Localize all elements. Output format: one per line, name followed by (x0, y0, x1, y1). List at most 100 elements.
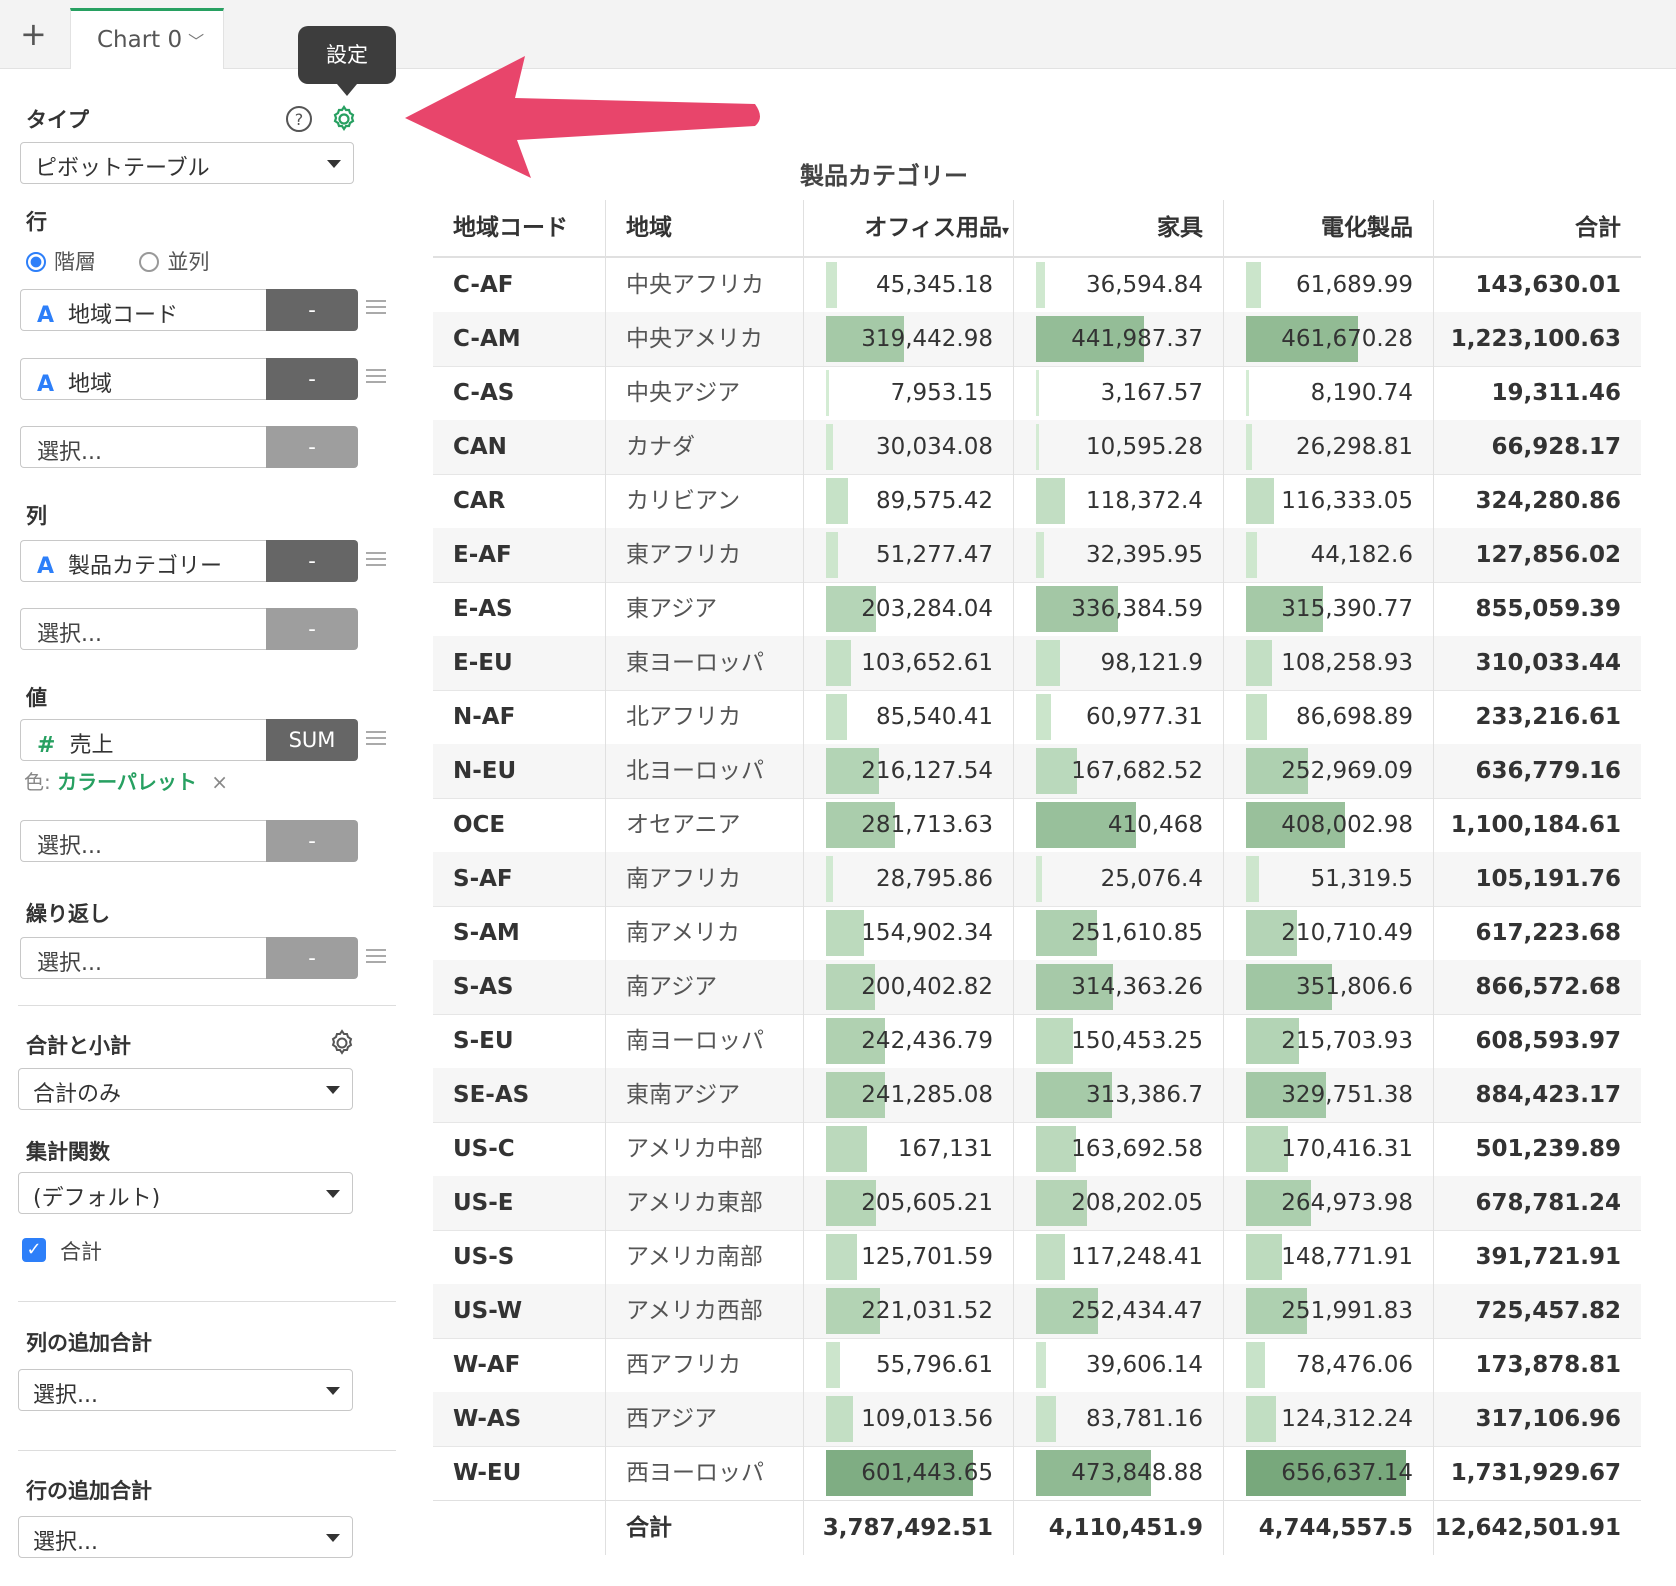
total-checkbox-label: 合計 (60, 1240, 102, 1264)
extra-row-total-select[interactable]: 選択... (18, 1516, 353, 1558)
radio-hierarchy[interactable] (26, 252, 46, 272)
color-setting: 色: カラーパレット × (24, 766, 228, 795)
sort-desc-icon[interactable]: ▾ (1002, 223, 1009, 239)
cell-region-code: SE-AS (453, 1082, 530, 1108)
cell-total: 1,100,184.61 (1433, 798, 1641, 852)
data-bar (826, 424, 834, 470)
column-empty-button[interactable]: - (266, 608, 358, 650)
drag-handle-icon[interactable] (366, 727, 386, 749)
table-row: S-AF 南アフリカ 28,795.86 25,076.4 51,319.5 105,19… (433, 852, 1641, 907)
chart-type-select[interactable]: ピボットテーブル (20, 142, 354, 184)
plus-icon[interactable]: + (20, 18, 47, 50)
row-field-region-code[interactable]: A 地域コード - (20, 289, 358, 331)
column-field-empty[interactable]: 選択... - (20, 608, 358, 650)
table-row: C-AM 中央アメリカ 319,442.98 441,987.37 461,670.28… (433, 312, 1641, 367)
cell-office-supplies: 154,902.34 (803, 906, 1013, 960)
cell-furniture: 25,076.4 (1013, 852, 1223, 906)
cell-region-code: S-EU (453, 1028, 514, 1054)
drag-handle-icon[interactable] (366, 296, 386, 318)
aggregate-function-select[interactable]: (デフォルト) (18, 1172, 353, 1214)
help-circle-icon[interactable]: ? (285, 105, 313, 133)
gear-icon[interactable] (329, 104, 359, 134)
repeat-empty-button[interactable]: - (266, 937, 358, 979)
cell-value: 167,682.52 (1071, 758, 1203, 784)
close-icon[interactable]: × (211, 770, 228, 794)
header-office-supplies[interactable]: オフィス用品▾ (803, 200, 1013, 256)
cell-furniture: 36,594.84 (1013, 258, 1223, 312)
value-empty-button[interactable]: - (266, 820, 358, 862)
row-field-region[interactable]: A 地域 - (20, 358, 358, 400)
cell-region: 中央アフリカ (605, 258, 803, 312)
header-region[interactable]: 地域 (605, 200, 803, 256)
cell-region-code: E-EU (453, 650, 513, 676)
cell-region: 北アフリカ (605, 690, 803, 744)
extra-column-total-select[interactable]: 選択... (18, 1369, 353, 1411)
cell-technology: 215,703.93 (1223, 1014, 1433, 1068)
cell-region-code: US-W (453, 1298, 523, 1324)
cell-region: アメリカ中部 (605, 1122, 803, 1176)
data-bar (1036, 856, 1043, 902)
table-row: S-AM 南アメリカ 154,902.34 251,610.85 210,710.49 6… (433, 906, 1641, 961)
aggregation-button[interactable]: SUM (266, 719, 358, 761)
table-row: OCE オセアニア 281,713.63 410,468 408,002.98 1,100… (433, 798, 1641, 853)
table-row: E-AF 東アフリカ 51,277.47 32,395.95 44,182.6 127,8… (433, 528, 1641, 583)
table-row: W-AS 西アジア 109,013.56 83,781.16 124,312.24 317… (433, 1392, 1641, 1447)
radio-parallel-label: 並列 (167, 250, 210, 274)
cell-value: 410,468 (1107, 812, 1203, 838)
data-bar (826, 1342, 840, 1388)
row-field-remove-button[interactable]: - (266, 289, 358, 331)
table-row: US-S アメリカ南部 125,701.59 117,248.41 148,771.91… (433, 1230, 1641, 1285)
cell-furniture: 251,610.85 (1013, 906, 1223, 960)
cell-technology: 61,689.99 (1223, 258, 1433, 312)
row-field-remove-button[interactable]: - (266, 358, 358, 400)
row-field-empty[interactable]: 選択... - (20, 426, 358, 468)
cell-total: 678,781.24 (1433, 1176, 1641, 1230)
cell-region: 東アフリカ (605, 528, 803, 582)
cell-technology: 408,002.98 (1223, 798, 1433, 852)
cell-value: 28,795.86 (875, 866, 993, 892)
cell-value: 86,698.89 (1295, 704, 1413, 730)
cell-region-code: E-AS (453, 596, 513, 622)
cell-value: 98,121.9 (1100, 650, 1203, 676)
gear-icon[interactable] (327, 1028, 357, 1058)
cell-region: カナダ (605, 420, 803, 474)
column-field-product-category[interactable]: A 製品カテゴリー - (20, 540, 358, 582)
radio-parallel[interactable] (139, 252, 160, 272)
totals-select[interactable]: 合計のみ (18, 1068, 353, 1110)
grand-total-total: 12,642,501.91 (1433, 1501, 1641, 1555)
tab-chart-0[interactable]: Chart 0 ﹀ (70, 8, 224, 69)
cell-value: 205,605.21 (861, 1190, 993, 1216)
header-region-code[interactable]: 地域コード (433, 200, 605, 256)
row-empty-button[interactable]: - (266, 426, 358, 468)
cell-total: 617,223.68 (1433, 906, 1641, 960)
column-field-remove-button[interactable]: - (266, 540, 358, 582)
cell-technology: 26,298.81 (1223, 420, 1433, 474)
cell-total: 501,239.89 (1433, 1122, 1641, 1176)
drag-handle-icon[interactable] (366, 365, 386, 387)
cell-total: 1,731,929.67 (1433, 1446, 1641, 1500)
cell-region: 南ヨーロッパ (605, 1014, 803, 1068)
cell-value: 441,987.37 (1071, 326, 1203, 352)
cell-value: 36,594.84 (1085, 272, 1203, 298)
chevron-down-icon[interactable]: ﹀ (188, 32, 204, 51)
color-palette-link[interactable]: カラーパレット (57, 770, 197, 794)
columns-label: 列 (26, 504, 47, 528)
header-furniture[interactable]: 家具 (1013, 200, 1223, 256)
data-bar (826, 478, 848, 524)
header-total[interactable]: 合計 (1433, 200, 1641, 256)
drag-handle-icon[interactable] (366, 548, 386, 570)
extra-row-total-value: 選択... (33, 1530, 98, 1555)
cell-office-supplies: 221,031.52 (803, 1284, 1013, 1338)
repeat-field-empty[interactable]: 選択... - (20, 937, 358, 979)
extra-column-total-label: 列の追加合計 (26, 1331, 152, 1355)
cell-technology: 78,476.06 (1223, 1338, 1433, 1392)
value-field-sales[interactable]: # 売上 SUM (20, 719, 358, 761)
data-bar (1246, 370, 1249, 416)
drag-handle-icon[interactable] (366, 945, 386, 967)
total-checkbox[interactable]: ✓ (22, 1238, 46, 1262)
cell-region: 東ヨーロッパ (605, 636, 803, 690)
cell-value: 10,595.28 (1085, 434, 1203, 460)
header-technology[interactable]: 電化製品 (1223, 200, 1433, 256)
value-field-empty[interactable]: 選択... - (20, 820, 358, 862)
cell-region-code: S-AF (453, 866, 513, 892)
